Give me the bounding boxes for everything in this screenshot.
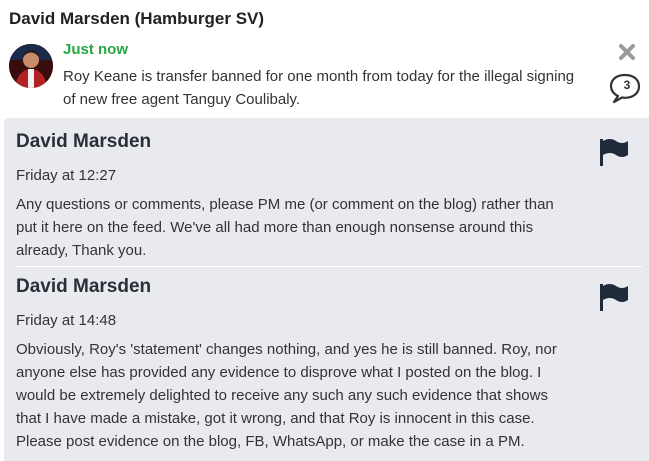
avatar[interactable] (9, 44, 53, 88)
divider (16, 266, 642, 267)
post-timestamp: Just now (63, 41, 129, 58)
page-title: David Marsden (Hamburger SV) (9, 9, 265, 28)
flag-icon[interactable] (598, 138, 630, 171)
comment-timestamp: Friday at 14:48 (16, 312, 117, 329)
comment-author[interactable]: David Marsden (16, 131, 621, 153)
comment-text: Any questions or comments, please PM me … (16, 196, 554, 259)
comments-panel: David Marsden Friday at 12:27 Any questi… (4, 118, 649, 461)
comment-timestamp: Friday at 12:27 (16, 167, 117, 184)
comment-count-badge: 3 (623, 78, 631, 92)
close-icon[interactable] (617, 42, 637, 62)
post-text: Roy Keane is transfer banned for one mon… (63, 68, 575, 108)
comment-author[interactable]: David Marsden (16, 276, 621, 298)
flag-icon[interactable] (598, 283, 630, 316)
comment-text: Obviously, Roy's 'statement' changes not… (16, 341, 557, 450)
comment-item: David Marsden Friday at 12:27 Any questi… (16, 131, 621, 262)
comment-item: David Marsden Friday at 14:48 Obviously,… (16, 276, 621, 453)
